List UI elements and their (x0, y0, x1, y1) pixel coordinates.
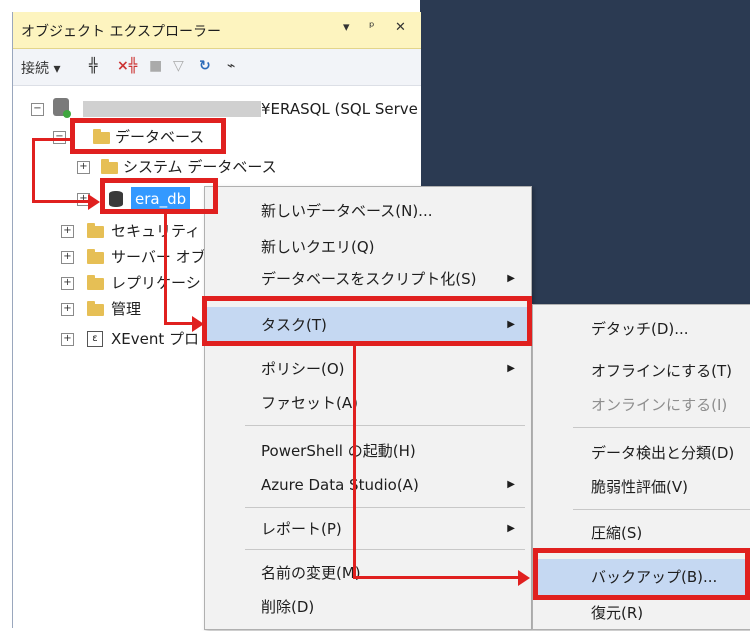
tree-label: サーバー オブ (111, 248, 206, 266)
dropdown-icon[interactable]: ▾ (343, 20, 350, 35)
expand-icon[interactable]: + (61, 333, 74, 346)
menu-item-policy[interactable]: ポリシー(O) ▶ (205, 351, 531, 387)
connected-status-icon (63, 110, 71, 118)
menu-item-label: オフラインにする(T) (591, 362, 733, 380)
submenu-item-take-offline[interactable]: オフラインにする(T) (533, 353, 750, 389)
connect-plug-icon[interactable]: ╬ (89, 58, 97, 74)
tree-label: 管理 (111, 300, 142, 318)
menu-separator (573, 509, 750, 510)
submenu-item-bring-online: オンラインにする(I) (533, 387, 750, 423)
annotation-arrow-line (32, 138, 72, 141)
annotation-arrow-line (353, 344, 356, 578)
menu-item-label: 新しいクエリ(Q) (261, 238, 375, 256)
disconnect-icon[interactable]: ×╬ (117, 58, 137, 74)
submenu-arrow-icon: ▶ (507, 523, 515, 534)
menu-item-label: Azure Data Studio(A) (261, 476, 419, 494)
annotation-arrowhead (192, 316, 204, 332)
tree-label: XEvent プロ (111, 330, 200, 348)
folder-icon (101, 159, 118, 174)
annotation-arrowhead (518, 570, 530, 586)
annotation-arrow-line (353, 576, 521, 579)
folder-icon (87, 249, 104, 264)
tree-label: セキュリティ (111, 222, 201, 240)
context-menu: 新しいデータベース(N)... 新しいクエリ(Q) データベースをスクリプト化(… (204, 186, 532, 630)
menu-separator (245, 507, 525, 508)
annotation-arrow-line (164, 212, 167, 324)
submenu-item-restore[interactable]: 復元(R) (533, 595, 750, 631)
folder-icon (87, 223, 104, 238)
tree-label: システム データベース (123, 158, 277, 176)
submenu-item-data-classification[interactable]: データ検出と分類(D) (533, 435, 750, 471)
expand-icon[interactable]: + (61, 251, 74, 264)
server-label: ¥ERASQL (SQL Serve (261, 100, 418, 118)
refresh-icon[interactable]: ↻ (199, 58, 211, 74)
menu-item-label: 新しいデータベース(N)... (261, 202, 433, 220)
menu-item-label: 復元(R) (591, 604, 644, 622)
menu-item-facets[interactable]: ファセット(A) (205, 385, 531, 421)
menu-item-reports[interactable]: レポート(P) ▶ (205, 511, 531, 547)
submenu-arrow-icon: ▶ (507, 273, 515, 284)
annotation-arrow-line (32, 200, 90, 203)
object-explorer-toolbar: 接続 ▾ ╬ ×╬ ■ ▽ ↻ ⌁ (13, 49, 421, 86)
xevent-icon: ɛ (87, 331, 103, 347)
expand-icon[interactable]: + (77, 161, 90, 174)
panel-title: オブジェクト エクスプローラー (21, 24, 222, 40)
activity-monitor-icon[interactable]: ⌁ (227, 58, 235, 74)
menu-item-new-query[interactable]: 新しいクエリ(Q) (205, 229, 531, 265)
redacted-server-name (83, 101, 261, 117)
menu-item-label: 脆弱性評価(V) (591, 478, 688, 496)
folder-icon (87, 301, 104, 316)
menu-item-label: データベースをスクリプト化(S) (261, 270, 477, 288)
menu-item-label: レポート(P) (261, 520, 342, 538)
connect-button[interactable]: 接続 ▾ (21, 58, 60, 78)
collapse-icon[interactable]: − (31, 103, 44, 116)
menu-item-new-database[interactable]: 新しいデータベース(N)... (205, 193, 531, 229)
submenu-arrow-icon: ▶ (507, 479, 515, 490)
menu-separator (245, 549, 525, 550)
annotation-box-tasks (202, 296, 532, 346)
object-explorer-title-bar: オブジェクト エクスプローラー ▾ ᵖ ✕ (13, 12, 421, 49)
submenu-arrow-icon: ▶ (507, 363, 515, 374)
submenu-item-shrink[interactable]: 圧縮(S) (533, 515, 750, 551)
stop-icon[interactable]: ■ (149, 58, 162, 74)
annotation-box-databases (70, 118, 226, 154)
menu-item-label: デタッチ(D)... (591, 320, 689, 338)
submenu-item-detach[interactable]: デタッチ(D)... (533, 311, 750, 347)
menu-item-script-database[interactable]: データベースをスクリプト化(S) ▶ (205, 261, 531, 297)
menu-separator (573, 427, 750, 428)
menu-item-rename[interactable]: 名前の変更(M) (205, 555, 531, 591)
menu-item-label: オンラインにする(I) (591, 396, 728, 414)
menu-item-label: PowerShell の起動(H) (261, 442, 416, 460)
menu-item-label: データ検出と分類(D) (591, 444, 735, 462)
annotation-box-backup (533, 548, 750, 600)
expand-icon[interactable]: + (61, 277, 74, 290)
annotation-arrow-line (164, 322, 194, 325)
menu-item-label: 圧縮(S) (591, 524, 643, 542)
pin-icon[interactable]: ᵖ (369, 20, 375, 35)
menu-separator (245, 425, 525, 426)
menu-item-label: ファセット(A) (261, 394, 358, 412)
expand-icon[interactable]: + (61, 303, 74, 316)
tree-label: レプリケーシ (111, 274, 201, 292)
annotation-arrow-line (32, 138, 35, 203)
annotation-box-era-db (100, 178, 218, 214)
expand-icon[interactable]: + (61, 225, 74, 238)
menu-item-start-powershell[interactable]: PowerShell の起動(H) (205, 433, 531, 469)
connect-label: 接続 (21, 61, 49, 77)
submenu-item-vulnerability-assessment[interactable]: 脆弱性評価(V) (533, 469, 750, 505)
menu-item-label: ポリシー(O) (261, 360, 345, 378)
menu-item-azure-data-studio[interactable]: Azure Data Studio(A) ▶ (205, 467, 531, 503)
annotation-arrowhead (88, 194, 100, 210)
folder-icon (87, 275, 104, 290)
filter-icon[interactable]: ▽ (173, 58, 184, 74)
menu-item-label: 名前の変更(M) (261, 564, 361, 582)
menu-item-label: 削除(D) (261, 598, 315, 616)
menu-item-delete[interactable]: 削除(D) (205, 589, 531, 625)
close-icon[interactable]: ✕ (395, 20, 406, 35)
